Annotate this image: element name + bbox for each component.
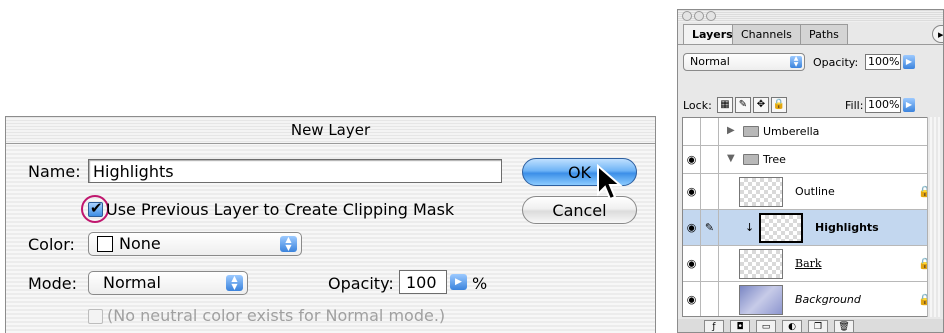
mode-label: Mode: (28, 274, 77, 293)
layer-thumbnail (739, 249, 783, 279)
opacity-slider-arrow-icon[interactable]: ▶ (450, 274, 467, 290)
opacity-label: Opacity: (328, 274, 394, 293)
layer-row-tree[interactable]: ◉ ▼ Tree (683, 146, 940, 174)
zoom-window-icon[interactable] (706, 11, 716, 21)
palette-opacity-field[interactable]: 100% (865, 54, 901, 70)
lock-position-icon[interactable]: ✥ (753, 97, 769, 113)
tab-divider (678, 44, 943, 45)
visibility-toggle[interactable]: ◉ (683, 146, 701, 173)
eye-icon: ◉ (686, 153, 697, 166)
link-toggle[interactable] (701, 282, 719, 316)
close-window-icon[interactable] (682, 11, 692, 21)
visibility-toggle[interactable]: ◉ (683, 210, 701, 245)
lock-all-icon[interactable]: 🔒 (771, 97, 787, 113)
fill-arrow-icon[interactable]: ▶ (903, 98, 915, 112)
layer-name: Outline (795, 185, 835, 198)
layer-name: Background (795, 293, 861, 306)
popup-arrows-icon: ▲ ▼ (226, 275, 243, 291)
palette-titlebar (678, 10, 943, 22)
neutral-color-label: (No neutral color exists for Normal mode… (107, 306, 446, 325)
lock-transparency-icon[interactable]: ▦ (717, 97, 733, 113)
layer-name: Highlights (815, 221, 879, 234)
tab-channels[interactable]: Channels (732, 24, 801, 44)
color-value: None (119, 234, 161, 253)
color-swatch (97, 236, 113, 252)
add-mask-icon[interactable]: ◘ (730, 320, 750, 332)
fill-label: Fill: (845, 99, 864, 112)
layer-thumbnail (739, 285, 783, 315)
layers-scrollbar[interactable] (927, 117, 941, 317)
palette-menu-button[interactable]: ▸ (932, 25, 943, 43)
eye-icon: ◉ (686, 185, 697, 198)
layer-thumbnail (739, 177, 783, 207)
color-popup[interactable]: None ▲ ▼ (88, 232, 302, 256)
layer-row-bark[interactable]: ◉ Bark 🔒 (683, 246, 940, 282)
brush-icon: ✎ (704, 221, 715, 234)
layer-thumbnail (759, 213, 803, 243)
layer-row-outline[interactable]: ◉ Outline 🔒 (683, 174, 940, 210)
folder-icon (743, 154, 759, 165)
eye-icon: ◉ (686, 221, 697, 234)
popup-arrows-icon: ▲ ▼ (790, 56, 802, 68)
layer-row-background[interactable]: ◉ Background 🔒 (683, 282, 940, 316)
lock-label: Lock: (683, 99, 712, 112)
layer-row-umberella[interactable]: ▶ Umberella (683, 118, 940, 146)
link-toggle[interactable] (701, 174, 719, 209)
tab-paths[interactable]: Paths (800, 24, 848, 44)
new-layer-icon[interactable]: ❐ (808, 320, 828, 332)
collapsed-triangle-icon[interactable]: ▶ (727, 125, 735, 136)
adjustment-layer-icon[interactable]: ◐ (782, 320, 802, 332)
link-toggle[interactable] (701, 146, 719, 173)
popup-arrows-icon: ▲ ▼ (280, 236, 297, 252)
name-field[interactable]: Highlights (88, 159, 502, 183)
new-layer-dialog: New Layer Name: Highlights OK Cancel Use… (5, 116, 656, 333)
clipping-mask-label: Use Previous Layer to Create Clipping Ma… (106, 200, 455, 219)
mode-popup[interactable]: Normal ▲ ▼ (88, 271, 248, 295)
palette-opacity-label: Opacity: (813, 56, 859, 69)
opacity-unit: % (472, 274, 488, 293)
neutral-color-checkbox (88, 309, 103, 324)
layer-row-highlights[interactable]: ◉ ✎ ↓ Highlights (683, 210, 940, 246)
visibility-toggle[interactable]: ◉ (683, 282, 701, 316)
eye-icon: ◉ (686, 293, 697, 306)
eye-icon: ◉ (686, 257, 697, 270)
folder-icon (743, 126, 759, 137)
new-group-icon[interactable]: ▭ (756, 320, 776, 332)
minimize-window-icon[interactable] (694, 11, 704, 21)
link-toggle[interactable] (701, 246, 719, 281)
link-toggle[interactable]: ✎ (701, 210, 719, 245)
opacity-field[interactable]: 100 (399, 270, 447, 294)
layer-style-icon[interactable]: ƒ (704, 320, 724, 332)
trash-icon[interactable]: 🗑 (834, 320, 854, 332)
visibility-toggle[interactable]: ◉ (683, 246, 701, 281)
opacity-arrow-icon[interactable]: ▶ (903, 55, 915, 69)
fill-field[interactable]: 100% (865, 97, 901, 113)
mouse-cursor-icon (597, 164, 623, 201)
layer-name: Tree (763, 153, 786, 166)
palette-bottom-bar: ƒ ◘ ▭ ◐ ❐ 🗑 (678, 319, 943, 332)
layers-list: ▶ Umberella ◉ ▼ Tree ◉ Outline 🔒 ◉ ✎ ↓ H… (682, 117, 941, 317)
clipping-mask-checkbox[interactable] (88, 199, 103, 217)
name-label: Name: (28, 162, 81, 181)
color-label: Color: (28, 235, 75, 254)
layer-name: Bark (795, 257, 822, 270)
lock-image-icon[interactable]: ✎ (735, 97, 751, 113)
blend-mode-popup[interactable]: Normal ▲ ▼ (683, 53, 805, 71)
layer-name: Umberella (763, 125, 820, 138)
mode-value: Normal (103, 273, 161, 292)
dialog-title: New Layer (6, 117, 655, 144)
visibility-toggle[interactable] (683, 118, 701, 145)
clipping-arrow-icon: ↓ (745, 221, 755, 234)
layers-palette: Layers Channels Paths ▸ Normal ▲ ▼ Opacit… (677, 9, 944, 333)
link-toggle[interactable] (701, 118, 719, 145)
blend-mode-value: Normal (690, 55, 730, 68)
visibility-toggle[interactable]: ◉ (683, 174, 701, 209)
expanded-triangle-icon[interactable]: ▼ (727, 153, 735, 164)
